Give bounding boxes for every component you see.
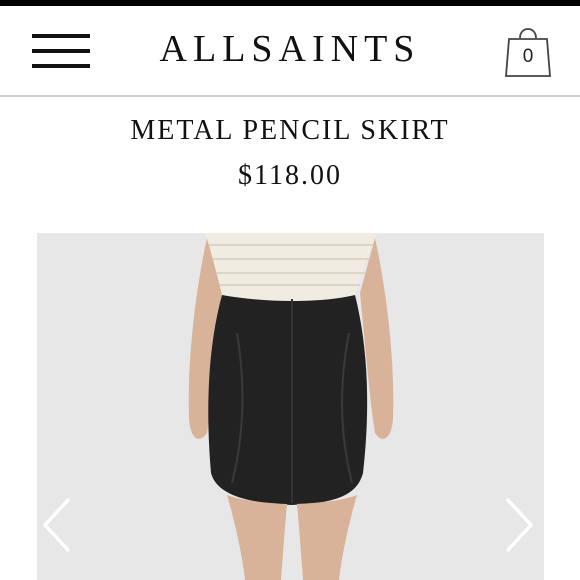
product-image xyxy=(37,233,544,580)
product-title: METAL PENCIL SKIRT xyxy=(130,115,450,146)
brand-logo[interactable]: ALLSAINTS xyxy=(0,26,580,72)
product-price: $118.00 xyxy=(238,160,342,191)
skirt xyxy=(208,295,368,505)
site-header: ALLSAINTS 0 xyxy=(0,6,580,95)
cart-button[interactable]: 0 xyxy=(500,20,556,80)
cart-count: 0 xyxy=(522,46,534,67)
carousel-next-button[interactable] xyxy=(499,495,539,555)
carousel-prev-button[interactable] xyxy=(37,495,77,555)
knit-top xyxy=(205,233,377,302)
header-divider xyxy=(0,95,580,97)
product-page: ALLSAINTS 0 METAL PENCIL SKIRT $118.00 xyxy=(0,0,580,580)
chevron-left-icon xyxy=(42,497,71,553)
product-image-carousel[interactable] xyxy=(37,233,544,580)
chevron-right-icon xyxy=(505,497,534,553)
